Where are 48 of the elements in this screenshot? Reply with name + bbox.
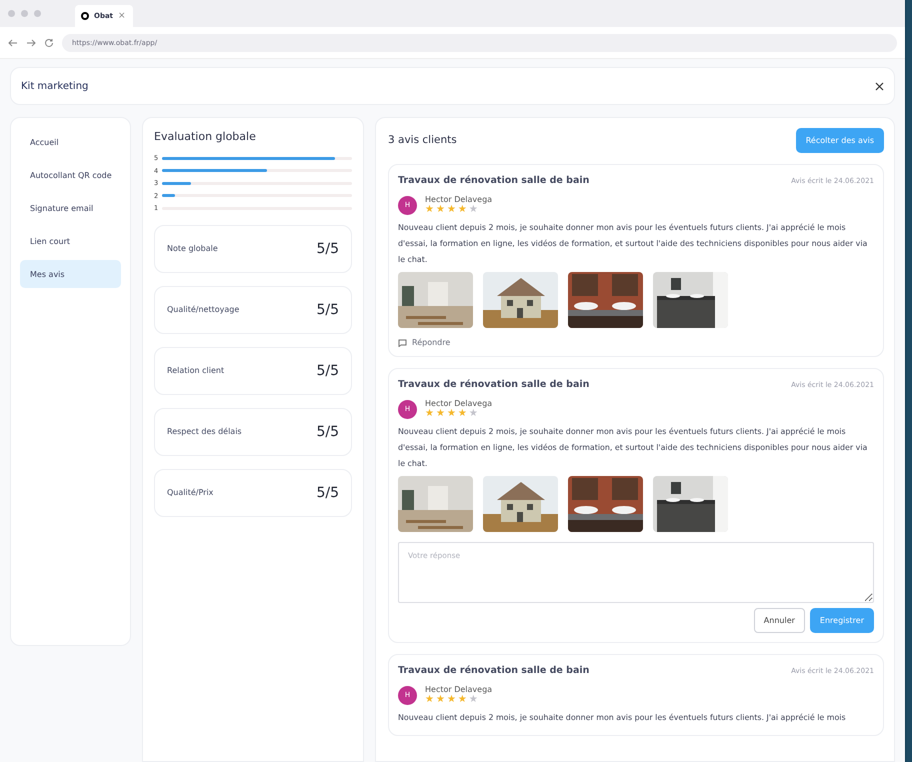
star-icon: ★ — [425, 204, 434, 215]
sidebar-item[interactable]: Autocollant QR code — [20, 161, 121, 189]
star-icon: ★ — [468, 694, 478, 705]
author-name: Hector Delavega — [425, 399, 492, 408]
sidebar-item[interactable]: Signature email — [20, 194, 121, 222]
star-icon: ★ — [446, 204, 456, 215]
star-icon: ★ — [436, 694, 445, 705]
star-icon: ★ — [436, 204, 445, 215]
score-label: Qualité/nettoyage — [167, 305, 240, 314]
star-icon: ★ — [446, 694, 456, 705]
score-value: 5/5 — [316, 240, 339, 256]
score-label: Relation client — [167, 366, 224, 375]
sidebar-item[interactable]: Mes avis — [20, 260, 121, 288]
reviews-title: 3 avis clients — [388, 134, 457, 146]
score-label: Note globale — [167, 244, 218, 253]
score-value: 5/5 — [316, 484, 339, 500]
reply-link[interactable]: Répondre — [398, 338, 874, 347]
tab-close-button[interactable]: × — [118, 11, 126, 21]
reload-icon[interactable] — [44, 38, 54, 48]
score-value: 5/5 — [316, 362, 339, 378]
sidebar-item[interactable]: Accueil — [20, 128, 121, 156]
review-title: Travaux de rénovation salle de bain — [398, 665, 590, 676]
star-icon: ★ — [468, 204, 478, 215]
logo-icon — [81, 12, 89, 20]
star-icon: ★ — [436, 408, 445, 419]
close-icon[interactable] — [875, 82, 884, 90]
star-icon: ★ — [446, 408, 456, 419]
score-value: 5/5 — [316, 302, 339, 318]
author-name: Hector Delavega — [425, 195, 492, 204]
sidebar-item[interactable]: Lien court — [20, 227, 121, 255]
comment-icon — [398, 338, 407, 346]
star-icon: ★ — [458, 204, 467, 215]
star-icon: ★ — [458, 408, 467, 419]
star-icon: ★ — [458, 694, 467, 705]
cancel-button[interactable]: Annuler — [754, 608, 805, 633]
score-value: 5/5 — [316, 424, 339, 440]
review-title: Travaux de rénovation salle de bain — [398, 175, 590, 186]
author-name: Hector Delavega — [425, 685, 492, 694]
page-title: Kit marketing — [21, 80, 88, 92]
back-icon[interactable] — [8, 38, 18, 48]
star-icon: ★ — [425, 694, 434, 705]
panel-title: Evaluation globale — [154, 130, 257, 143]
score-label: Respect des délais — [167, 427, 242, 436]
star-icon: ★ — [468, 408, 478, 419]
score-label: Qualité/Prix — [167, 488, 214, 497]
forward-icon[interactable] — [26, 38, 36, 48]
star-icon: ★ — [425, 408, 434, 419]
review-title: Travaux de rénovation salle de bain — [398, 379, 590, 390]
